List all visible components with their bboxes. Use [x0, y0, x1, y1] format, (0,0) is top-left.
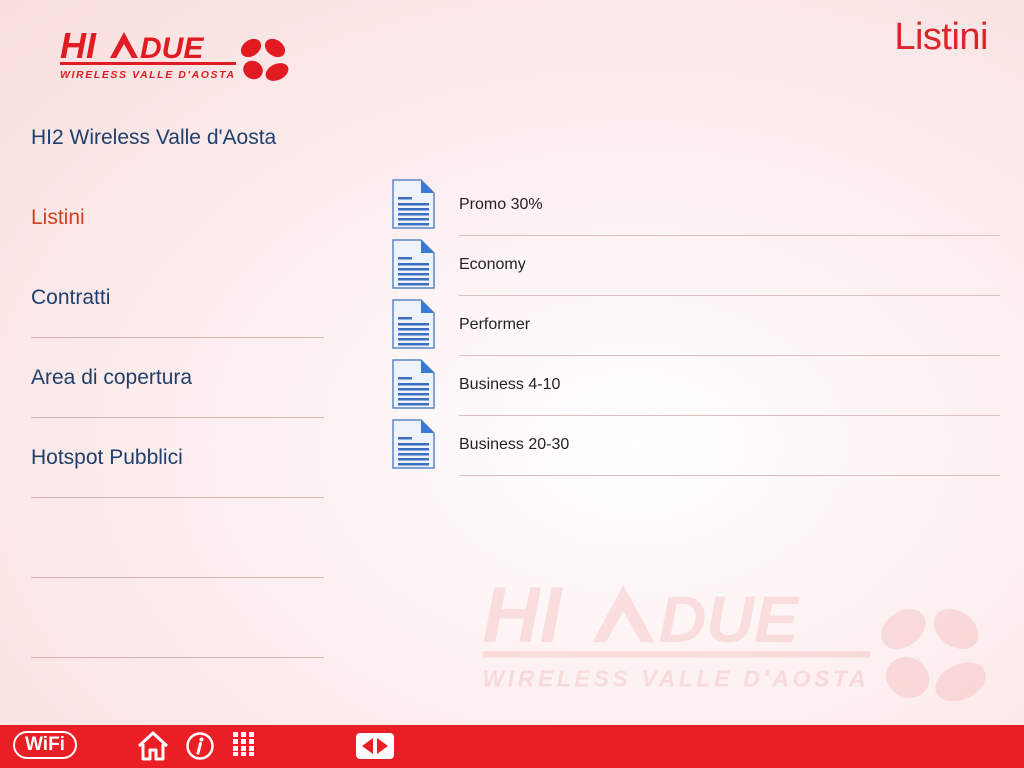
list-item[interactable]: Promo 30%: [391, 176, 1000, 236]
sidebar-empty-row: [31, 578, 324, 658]
list-item[interactable]: Economy: [391, 236, 1000, 296]
sidebar-empty-row: [31, 498, 324, 578]
sidebar-item-contratti[interactable]: Contratti: [31, 258, 324, 338]
sidebar-item-hi2-wireless[interactable]: HI2 Wireless Valle d'Aosta: [31, 98, 324, 178]
document-label: Promo 30%: [459, 196, 543, 213]
svg-text:WIRELESS VALLE D'AOSTA: WIRELESS VALLE D'AOSTA: [60, 69, 236, 81]
list-item[interactable]: Business 4-10: [391, 356, 1000, 416]
sidebar-nav: HI2 Wireless Valle d'Aosta Listini Contr…: [31, 98, 324, 658]
svg-text:WIRELESS VALLE D'AOSTA: WIRELESS VALLE D'AOSTA: [482, 665, 869, 691]
svg-text:DUE: DUE: [140, 32, 204, 65]
svg-text:DUE: DUE: [659, 583, 800, 657]
document-icon: [392, 419, 435, 469]
himdue-logo: HI DUE WIRELESS VALLE D'AOSTA: [60, 25, 289, 81]
info-icon[interactable]: [185, 731, 215, 761]
sidebar-item-area-copertura[interactable]: Area di copertura: [31, 338, 324, 418]
document-label: Performer: [459, 316, 531, 333]
logo-watermark: HI DUE WIRELESS VALLE D'AOSTA: [482, 570, 986, 702]
grid-icon[interactable]: [232, 731, 256, 757]
list-item[interactable]: Business 20-30: [391, 416, 1000, 476]
wifi-icon[interactable]: WiFi: [13, 731, 77, 759]
document-icon: [392, 239, 435, 289]
document-label: Economy: [459, 256, 526, 273]
svg-text:HI: HI: [482, 570, 563, 659]
document-icon: [392, 359, 435, 409]
list-item[interactable]: Performer: [391, 296, 1000, 356]
document-icon: [392, 299, 435, 349]
bottom-toolbar: WiFi: [0, 725, 1024, 768]
document-label: Business 20-30: [459, 436, 570, 453]
sidebar-item-listini[interactable]: Listini: [31, 178, 324, 258]
home-icon[interactable]: [136, 730, 170, 762]
document-label: Business 4-10: [459, 376, 561, 393]
row-divider: [459, 475, 1000, 476]
page-title: Listini: [894, 16, 988, 58]
document-list: Promo 30% Economy Performer Business 4-1…: [391, 176, 1000, 476]
sidebar-item-hotspot-pubblici[interactable]: Hotspot Pubblici: [31, 418, 324, 498]
arrows-icon[interactable]: [355, 732, 395, 760]
svg-text:HI: HI: [60, 25, 97, 66]
document-icon: [392, 179, 435, 229]
